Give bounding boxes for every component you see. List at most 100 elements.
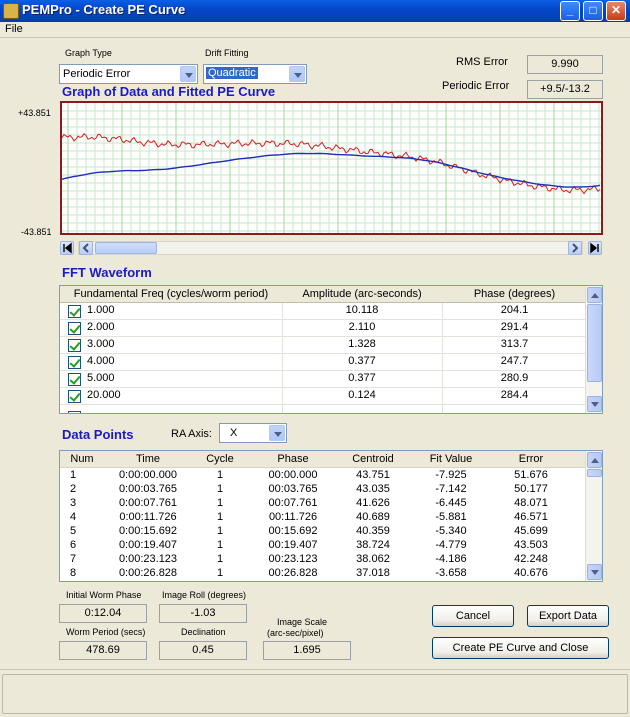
- pe-graph[interactable]: [60, 101, 603, 235]
- scroll-last-button[interactable]: [588, 241, 602, 255]
- initial-worm-phase-label: Initial Worm Phase: [66, 590, 142, 600]
- fft-col-freq[interactable]: Fundamental Freq (cycles/worm period): [60, 288, 282, 300]
- scroll-down-icon[interactable]: [587, 564, 602, 580]
- window-title: PEMPro - Create PE Curve: [22, 2, 186, 17]
- table-row[interactable]: 5 0:00:15.692 1 00:15.692 40.359 -5.340 45.699: [60, 525, 587, 539]
- fft-table[interactable]: Fundamental Freq (cycles/worm period) Am…: [59, 285, 603, 414]
- dp-time: 0:00:26.828: [118, 567, 178, 579]
- fft-freq: 2.000: [87, 321, 115, 333]
- close-button[interactable]: ✕: [606, 1, 626, 21]
- data-points-table[interactable]: Num Time Cycle Phase Centroid Fit Value …: [59, 450, 603, 582]
- table-row[interactable]: 2 0:00:03.765 1 00:03.765 43.035 -7.142 50.177: [60, 483, 587, 497]
- graph-scrollbar[interactable]: [78, 241, 583, 255]
- scroll-up-icon[interactable]: [587, 287, 602, 303]
- col-centroid[interactable]: Centroid: [338, 453, 408, 465]
- dp-phase: 00:26.828: [268, 567, 318, 579]
- image-scale-units: (arc-sec/pixel): [267, 628, 324, 638]
- dp-time: 0:00:07.761: [118, 497, 178, 509]
- checkbox-icon[interactable]: [68, 373, 81, 386]
- table-row[interactable]: 7 0:00:23.123 1 00:23.123 38.062 -4.186 42.248: [60, 553, 587, 567]
- checkbox-icon[interactable]: [68, 390, 81, 403]
- scroll-thumb[interactable]: [587, 304, 602, 382]
- col-num[interactable]: Num: [60, 453, 104, 465]
- status-panel: [2, 674, 628, 714]
- fft-row[interactable]: 20.000 0.124 284.4: [60, 388, 587, 405]
- fft-row[interactable]: 3.000 1.328 313.7: [60, 337, 587, 354]
- dp-cycle: 1: [216, 483, 224, 495]
- col-cycle[interactable]: Cycle: [192, 453, 248, 465]
- checkbox-icon[interactable]: [68, 305, 81, 318]
- divider: [282, 303, 283, 413]
- dp-phase: 00:11.726: [268, 511, 318, 523]
- dp-num: 7: [70, 553, 77, 565]
- chevron-right-icon: [572, 243, 579, 253]
- dp-centroid: 38.724: [356, 539, 390, 551]
- scroll-left-button[interactable]: [79, 241, 93, 255]
- fft-header: Fundamental Freq (cycles/worm period) Am…: [60, 286, 587, 303]
- table-row[interactable]: 1 0:00:00.000 1 00:00.000 43.751 -7.925 51.676: [60, 469, 587, 483]
- cancel-button[interactable]: Cancel: [432, 605, 514, 627]
- dp-centroid: 40.359: [356, 525, 390, 537]
- fft-col-amp[interactable]: Amplitude (arc-seconds): [282, 288, 442, 300]
- export-data-button[interactable]: Export Data: [527, 605, 609, 627]
- app-icon: [3, 3, 19, 19]
- scroll-down-icon[interactable]: [587, 396, 602, 412]
- create-pe-curve-button[interactable]: Create PE Curve and Close: [432, 637, 609, 659]
- fft-vscroll[interactable]: [585, 286, 602, 413]
- fft-row[interactable]: 1.000 10.118 204.1: [60, 303, 587, 320]
- menu-bar: File: [0, 22, 630, 38]
- dp-centroid: 40.689: [356, 511, 390, 523]
- graph-type-select[interactable]: Periodic Error: [59, 64, 198, 84]
- last-icon: [590, 242, 599, 254]
- fft-phase: 291.4: [500, 321, 529, 333]
- checkbox-icon[interactable]: [68, 356, 81, 369]
- graph-ymin-label: -43.851: [21, 227, 52, 237]
- table-row[interactable]: 4 0:00:11.726 1 00:11.726 40.689 -5.881 46.571: [60, 511, 587, 525]
- data-points-title: Data Points: [62, 427, 134, 442]
- dp-cycle: 1: [216, 469, 224, 481]
- menu-file[interactable]: File: [5, 23, 23, 35]
- graph-title: Graph of Data and Fitted PE Curve: [62, 84, 276, 99]
- chevron-down-icon: [180, 66, 196, 82]
- pe-graph-canvas: [62, 103, 601, 233]
- minimize-button[interactable]: _: [560, 1, 580, 21]
- worm-period-label: Worm Period (secs): [66, 627, 146, 637]
- fft-phase: 204.1: [500, 304, 529, 316]
- scroll-thumb[interactable]: [95, 242, 157, 254]
- ra-axis-value: X: [230, 427, 238, 439]
- table-row[interactable]: 8 0:00:26.828 1 00:26.828 37.018 -3.658 40.676: [60, 567, 587, 581]
- graph-type-value: Periodic Error: [63, 68, 131, 80]
- col-phase[interactable]: Phase: [248, 453, 338, 465]
- table-row[interactable]: 6 0:00:19.407 1 00:19.407 38.724 -4.779 43.503: [60, 539, 587, 553]
- scroll-up-icon[interactable]: [587, 452, 602, 468]
- fft-amp: 0.124: [348, 389, 376, 401]
- drift-fitting-value: Quadratic: [206, 67, 258, 79]
- fft-row[interactable]: 2.000 2.110 291.4: [60, 320, 587, 337]
- fft-row[interactable]: 4.000 0.377 247.7: [60, 354, 587, 371]
- checkbox-icon[interactable]: [68, 339, 81, 352]
- ra-axis-select[interactable]: X: [219, 423, 287, 443]
- col-time[interactable]: Time: [104, 453, 192, 465]
- fft-phase: 284.4: [500, 389, 529, 401]
- table-row[interactable]: 3 0:00:07.761 1 00:07.761 41.626 -6.445 48.071: [60, 497, 587, 511]
- checkbox-icon[interactable]: [68, 322, 81, 335]
- dp-num: 2: [70, 483, 77, 495]
- fft-amp: 1.328: [348, 338, 376, 350]
- data-points-vscroll[interactable]: [585, 451, 602, 581]
- fft-freq: 5.000: [87, 372, 115, 384]
- scroll-thumb[interactable]: [587, 469, 602, 477]
- dp-time: 0:00:00.000: [118, 469, 178, 481]
- chevron-left-icon: [82, 243, 89, 253]
- scroll-right-button[interactable]: [568, 241, 582, 255]
- fft-amp: 10.118: [345, 304, 379, 316]
- scroll-first-button[interactable]: [60, 241, 74, 255]
- dp-centroid: 43.035: [356, 483, 390, 495]
- col-error[interactable]: Error: [494, 453, 568, 465]
- graph-type-label: Graph Type: [65, 48, 112, 58]
- fft-row[interactable]: 5.000 0.377 280.9: [60, 371, 587, 388]
- data-points-header: Num Time Cycle Phase Centroid Fit Value …: [60, 451, 587, 468]
- fft-col-phase[interactable]: Phase (degrees): [442, 288, 587, 300]
- col-fit-value[interactable]: Fit Value: [408, 453, 494, 465]
- drift-fitting-select[interactable]: Quadratic: [203, 64, 307, 84]
- maximize-button[interactable]: □: [583, 1, 603, 21]
